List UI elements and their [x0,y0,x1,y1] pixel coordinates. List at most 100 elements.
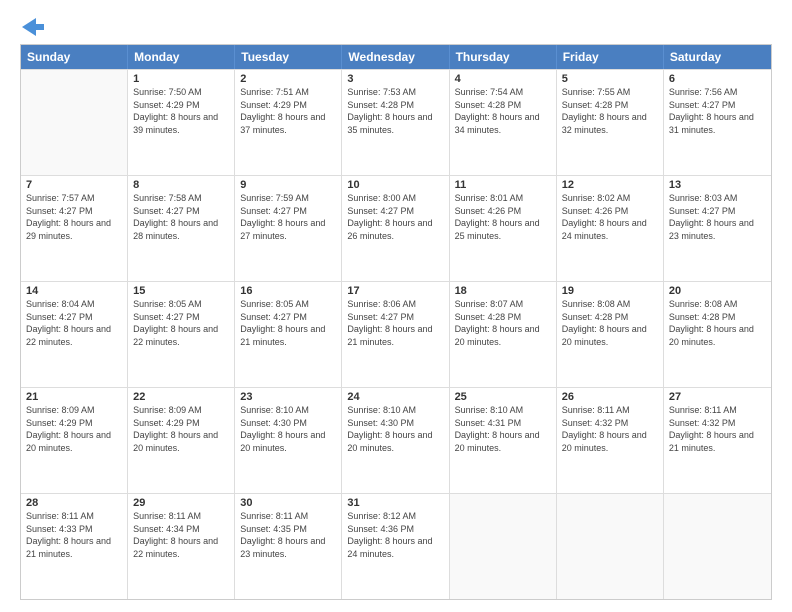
day-info: Sunrise: 8:11 AMSunset: 4:34 PMDaylight:… [133,510,229,560]
header-day-friday: Friday [557,45,664,69]
day-number: 1 [133,73,229,85]
day-info: Sunrise: 8:09 AMSunset: 4:29 PMDaylight:… [133,404,229,454]
day-info: Sunrise: 8:01 AMSunset: 4:26 PMDaylight:… [455,192,551,242]
day-info: Sunrise: 8:10 AMSunset: 4:30 PMDaylight:… [240,404,336,454]
day-number: 31 [347,497,443,509]
day-number: 28 [26,497,122,509]
calendar: SundayMondayTuesdayWednesdayThursdayFrid… [20,44,772,600]
header-day-tuesday: Tuesday [235,45,342,69]
calendar-body: 1Sunrise: 7:50 AMSunset: 4:29 PMDaylight… [21,69,771,599]
calendar-cell: 20Sunrise: 8:08 AMSunset: 4:28 PMDayligh… [664,282,771,387]
calendar-cell: 13Sunrise: 8:03 AMSunset: 4:27 PMDayligh… [664,176,771,281]
calendar-cell: 16Sunrise: 8:05 AMSunset: 4:27 PMDayligh… [235,282,342,387]
calendar-cell: 12Sunrise: 8:02 AMSunset: 4:26 PMDayligh… [557,176,664,281]
day-number: 27 [669,391,766,403]
header-day-saturday: Saturday [664,45,771,69]
day-info: Sunrise: 8:03 AMSunset: 4:27 PMDaylight:… [669,192,766,242]
calendar-cell: 4Sunrise: 7:54 AMSunset: 4:28 PMDaylight… [450,70,557,175]
calendar-cell [21,70,128,175]
calendar-cell: 11Sunrise: 8:01 AMSunset: 4:26 PMDayligh… [450,176,557,281]
day-number: 17 [347,285,443,297]
calendar-cell: 29Sunrise: 8:11 AMSunset: 4:34 PMDayligh… [128,494,235,599]
calendar-header: SundayMondayTuesdayWednesdayThursdayFrid… [21,45,771,69]
day-info: Sunrise: 8:11 AMSunset: 4:33 PMDaylight:… [26,510,122,560]
calendar-cell: 9Sunrise: 7:59 AMSunset: 4:27 PMDaylight… [235,176,342,281]
calendar-week-4: 21Sunrise: 8:09 AMSunset: 4:29 PMDayligh… [21,387,771,493]
day-number: 26 [562,391,658,403]
day-number: 16 [240,285,336,297]
day-number: 11 [455,179,551,191]
calendar-cell: 28Sunrise: 8:11 AMSunset: 4:33 PMDayligh… [21,494,128,599]
day-info: Sunrise: 8:09 AMSunset: 4:29 PMDaylight:… [26,404,122,454]
calendar-cell: 14Sunrise: 8:04 AMSunset: 4:27 PMDayligh… [21,282,128,387]
day-number: 19 [562,285,658,297]
calendar-cell: 24Sunrise: 8:10 AMSunset: 4:30 PMDayligh… [342,388,449,493]
day-info: Sunrise: 8:08 AMSunset: 4:28 PMDaylight:… [669,298,766,348]
day-info: Sunrise: 7:53 AMSunset: 4:28 PMDaylight:… [347,86,443,136]
day-info: Sunrise: 8:08 AMSunset: 4:28 PMDaylight:… [562,298,658,348]
calendar-cell: 30Sunrise: 8:11 AMSunset: 4:35 PMDayligh… [235,494,342,599]
day-number: 2 [240,73,336,85]
day-info: Sunrise: 7:51 AMSunset: 4:29 PMDaylight:… [240,86,336,136]
header-day-thursday: Thursday [450,45,557,69]
calendar-cell: 3Sunrise: 7:53 AMSunset: 4:28 PMDaylight… [342,70,449,175]
day-number: 21 [26,391,122,403]
calendar-cell: 21Sunrise: 8:09 AMSunset: 4:29 PMDayligh… [21,388,128,493]
calendar-cell [557,494,664,599]
day-info: Sunrise: 7:58 AMSunset: 4:27 PMDaylight:… [133,192,229,242]
calendar-week-2: 7Sunrise: 7:57 AMSunset: 4:27 PMDaylight… [21,175,771,281]
calendar-cell: 5Sunrise: 7:55 AMSunset: 4:28 PMDaylight… [557,70,664,175]
calendar-cell: 10Sunrise: 8:00 AMSunset: 4:27 PMDayligh… [342,176,449,281]
day-number: 7 [26,179,122,191]
day-info: Sunrise: 8:07 AMSunset: 4:28 PMDaylight:… [455,298,551,348]
day-number: 18 [455,285,551,297]
day-number: 10 [347,179,443,191]
calendar-cell [664,494,771,599]
day-number: 4 [455,73,551,85]
day-info: Sunrise: 7:55 AMSunset: 4:28 PMDaylight:… [562,86,658,136]
day-info: Sunrise: 7:59 AMSunset: 4:27 PMDaylight:… [240,192,336,242]
day-info: Sunrise: 7:57 AMSunset: 4:27 PMDaylight:… [26,192,122,242]
day-info: Sunrise: 7:54 AMSunset: 4:28 PMDaylight:… [455,86,551,136]
day-number: 8 [133,179,229,191]
calendar-cell: 7Sunrise: 7:57 AMSunset: 4:27 PMDaylight… [21,176,128,281]
calendar-cell: 27Sunrise: 8:11 AMSunset: 4:32 PMDayligh… [664,388,771,493]
calendar-cell: 23Sunrise: 8:10 AMSunset: 4:30 PMDayligh… [235,388,342,493]
calendar-cell [450,494,557,599]
day-info: Sunrise: 7:56 AMSunset: 4:27 PMDaylight:… [669,86,766,136]
calendar-week-3: 14Sunrise: 8:04 AMSunset: 4:27 PMDayligh… [21,281,771,387]
day-number: 5 [562,73,658,85]
day-number: 9 [240,179,336,191]
header-day-wednesday: Wednesday [342,45,449,69]
calendar-cell: 6Sunrise: 7:56 AMSunset: 4:27 PMDaylight… [664,70,771,175]
day-number: 22 [133,391,229,403]
day-info: Sunrise: 8:02 AMSunset: 4:26 PMDaylight:… [562,192,658,242]
day-number: 29 [133,497,229,509]
day-info: Sunrise: 7:50 AMSunset: 4:29 PMDaylight:… [133,86,229,136]
day-number: 25 [455,391,551,403]
calendar-cell: 17Sunrise: 8:06 AMSunset: 4:27 PMDayligh… [342,282,449,387]
day-info: Sunrise: 8:05 AMSunset: 4:27 PMDaylight:… [133,298,229,348]
calendar-cell: 25Sunrise: 8:10 AMSunset: 4:31 PMDayligh… [450,388,557,493]
day-number: 14 [26,285,122,297]
calendar-cell: 18Sunrise: 8:07 AMSunset: 4:28 PMDayligh… [450,282,557,387]
day-info: Sunrise: 8:11 AMSunset: 4:35 PMDaylight:… [240,510,336,560]
calendar-cell: 26Sunrise: 8:11 AMSunset: 4:32 PMDayligh… [557,388,664,493]
day-info: Sunrise: 8:10 AMSunset: 4:30 PMDaylight:… [347,404,443,454]
day-number: 30 [240,497,336,509]
calendar-cell: 15Sunrise: 8:05 AMSunset: 4:27 PMDayligh… [128,282,235,387]
calendar-cell: 1Sunrise: 7:50 AMSunset: 4:29 PMDaylight… [128,70,235,175]
calendar-cell: 22Sunrise: 8:09 AMSunset: 4:29 PMDayligh… [128,388,235,493]
day-number: 24 [347,391,443,403]
day-info: Sunrise: 8:00 AMSunset: 4:27 PMDaylight:… [347,192,443,242]
day-number: 12 [562,179,658,191]
header-day-sunday: Sunday [21,45,128,69]
header-day-monday: Monday [128,45,235,69]
calendar-cell: 19Sunrise: 8:08 AMSunset: 4:28 PMDayligh… [557,282,664,387]
day-info: Sunrise: 8:04 AMSunset: 4:27 PMDaylight:… [26,298,122,348]
header [20,18,772,34]
day-number: 15 [133,285,229,297]
day-info: Sunrise: 8:05 AMSunset: 4:27 PMDaylight:… [240,298,336,348]
calendar-cell: 31Sunrise: 8:12 AMSunset: 4:36 PMDayligh… [342,494,449,599]
calendar-page: SundayMondayTuesdayWednesdayThursdayFrid… [0,0,792,612]
